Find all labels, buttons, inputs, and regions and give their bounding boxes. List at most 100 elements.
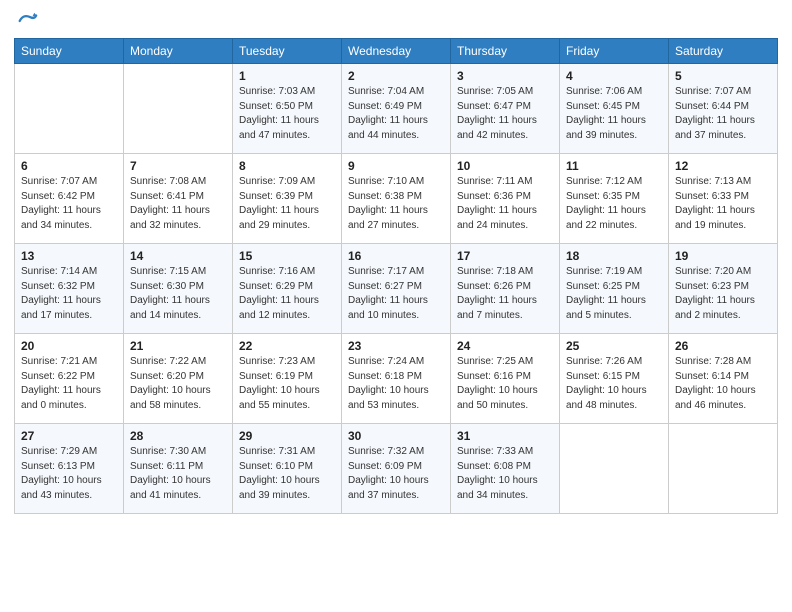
calendar-cell: 15Sunrise: 7:16 AMSunset: 6:29 PMDayligh… [233,244,342,334]
calendar-cell: 17 Sunrise: 7:18 AMSunset: 6:26 PMDayligh… [451,244,560,334]
day-number: 15 [239,249,335,263]
day-number: 10 [457,159,553,173]
day-number: 25 [566,339,662,353]
logo [14,10,38,32]
day-info: Sunrise: 7:12 AMSunset: 6:35 PMDaylight:… [566,175,662,233]
calendar-week-row: 27Sunrise: 7:29 AMSunset: 6:13 PMDayligh… [15,424,778,514]
calendar-cell: 28 Sunrise: 7:30 AMSunset: 6:11 PMDayligh… [124,424,233,514]
day-info: Sunrise: 7:07 AMSunset: 6:44 PMDaylight:… [675,85,771,143]
day-number: 30 [348,429,444,443]
day-info: Sunrise: 7:15 AMSunset: 6:30 PMDaylight:… [130,265,226,323]
calendar-cell: 9 Sunrise: 7:10 AMSunset: 6:38 PMDaylight… [342,154,451,244]
day-number: 29 [239,429,335,443]
day-number: 28 [130,429,226,443]
day-number: 11 [566,159,662,173]
calendar-cell: 30 Sunrise: 7:32 AMSunset: 6:09 PMDayligh… [342,424,451,514]
calendar-table: SundayMondayTuesdayWednesdayThursdayFrid… [14,38,778,514]
calendar-cell: 3 Sunrise: 7:05 AMSunset: 6:47 PMDaylight… [451,64,560,154]
calendar-week-row: 6Sunrise: 7:07 AMSunset: 6:42 PMDaylight… [15,154,778,244]
day-number: 20 [21,339,117,353]
day-number: 7 [130,159,226,173]
day-info: Sunrise: 7:21 AMSunset: 6:22 PMDaylight:… [21,355,117,413]
day-info: Sunrise: 7:04 AMSunset: 6:49 PMDaylight:… [348,85,444,143]
day-number: 22 [239,339,335,353]
day-info: Sunrise: 7:14 AMSunset: 6:32 PMDaylight:… [21,265,117,323]
calendar-cell: 8Sunrise: 7:09 AMSunset: 6:39 PMDaylight… [233,154,342,244]
day-info: Sunrise: 7:28 AMSunset: 6:14 PMDaylight:… [675,355,771,413]
calendar-cell: 14 Sunrise: 7:15 AMSunset: 6:30 PMDayligh… [124,244,233,334]
day-info: Sunrise: 7:13 AMSunset: 6:33 PMDaylight:… [675,175,771,233]
logo-text [14,10,38,32]
day-header-monday: Monday [124,39,233,64]
day-number: 5 [675,69,771,83]
day-number: 27 [21,429,117,443]
day-info: Sunrise: 7:22 AMSunset: 6:20 PMDaylight:… [130,355,226,413]
day-number: 1 [239,69,335,83]
calendar-cell: 4Sunrise: 7:06 AMSunset: 6:45 PMDaylight… [560,64,669,154]
day-info: Sunrise: 7:11 AMSunset: 6:36 PMDaylight:… [457,175,553,233]
calendar-cell: 12 Sunrise: 7:13 AMSunset: 6:33 PMDayligh… [669,154,778,244]
calendar-header-row: SundayMondayTuesdayWednesdayThursdayFrid… [15,39,778,64]
day-number: 24 [457,339,553,353]
day-number: 19 [675,249,771,263]
day-number: 31 [457,429,553,443]
calendar-week-row: 13 Sunrise: 7:14 AMSunset: 6:32 PMDayligh… [15,244,778,334]
day-header-wednesday: Wednesday [342,39,451,64]
header [14,10,778,32]
day-info: Sunrise: 7:23 AMSunset: 6:19 PMDaylight:… [239,355,335,413]
day-info: Sunrise: 7:19 AMSunset: 6:25 PMDaylight:… [566,265,662,323]
day-header-sunday: Sunday [15,39,124,64]
day-info: Sunrise: 7:26 AMSunset: 6:15 PMDaylight:… [566,355,662,413]
day-info: Sunrise: 7:31 AMSunset: 6:10 PMDaylight:… [239,445,335,503]
calendar-cell: 18 Sunrise: 7:19 AMSunset: 6:25 PMDayligh… [560,244,669,334]
day-info: Sunrise: 7:10 AMSunset: 6:38 PMDaylight:… [348,175,444,233]
day-number: 13 [21,249,117,263]
day-info: Sunrise: 7:03 AMSunset: 6:50 PMDaylight:… [239,85,335,143]
calendar-cell: 11 Sunrise: 7:12 AMSunset: 6:35 PMDayligh… [560,154,669,244]
day-info: Sunrise: 7:18 AMSunset: 6:26 PMDaylight:… [457,265,553,323]
day-info: Sunrise: 7:17 AMSunset: 6:27 PMDaylight:… [348,265,444,323]
calendar-cell [124,64,233,154]
logo-icon [16,10,38,32]
calendar-week-row: 20 Sunrise: 7:21 AMSunset: 6:22 PMDayligh… [15,334,778,424]
day-info: Sunrise: 7:20 AMSunset: 6:23 PMDaylight:… [675,265,771,323]
day-number: 18 [566,249,662,263]
calendar-cell: 1 Sunrise: 7:03 AMSunset: 6:50 PMDaylight… [233,64,342,154]
day-info: Sunrise: 7:05 AMSunset: 6:47 PMDaylight:… [457,85,553,143]
calendar-cell: 31 Sunrise: 7:33 AMSunset: 6:08 PMDayligh… [451,424,560,514]
day-info: Sunrise: 7:07 AMSunset: 6:42 PMDaylight:… [21,175,117,233]
day-number: 4 [566,69,662,83]
day-header-friday: Friday [560,39,669,64]
calendar-cell: 6Sunrise: 7:07 AMSunset: 6:42 PMDaylight… [15,154,124,244]
calendar-cell: 24Sunrise: 7:25 AMSunset: 6:16 PMDayligh… [451,334,560,424]
day-number: 2 [348,69,444,83]
calendar-cell: 26 Sunrise: 7:28 AMSunset: 6:14 PMDayligh… [669,334,778,424]
day-number: 12 [675,159,771,173]
calendar-cell: 20 Sunrise: 7:21 AMSunset: 6:22 PMDayligh… [15,334,124,424]
calendar-week-row: 1 Sunrise: 7:03 AMSunset: 6:50 PMDaylight… [15,64,778,154]
calendar-cell: 21Sunrise: 7:22 AMSunset: 6:20 PMDayligh… [124,334,233,424]
page: SundayMondayTuesdayWednesdayThursdayFrid… [0,0,792,528]
day-number: 8 [239,159,335,173]
day-header-saturday: Saturday [669,39,778,64]
day-number: 17 [457,249,553,263]
day-number: 14 [130,249,226,263]
day-info: Sunrise: 7:08 AMSunset: 6:41 PMDaylight:… [130,175,226,233]
calendar-cell: 13 Sunrise: 7:14 AMSunset: 6:32 PMDayligh… [15,244,124,334]
calendar-cell: 29 Sunrise: 7:31 AMSunset: 6:10 PMDayligh… [233,424,342,514]
day-number: 26 [675,339,771,353]
calendar-cell: 7 Sunrise: 7:08 AMSunset: 6:41 PMDaylight… [124,154,233,244]
day-info: Sunrise: 7:33 AMSunset: 6:08 PMDaylight:… [457,445,553,503]
day-number: 16 [348,249,444,263]
calendar-body: 1 Sunrise: 7:03 AMSunset: 6:50 PMDaylight… [15,64,778,514]
day-number: 23 [348,339,444,353]
calendar-cell: 2 Sunrise: 7:04 AMSunset: 6:49 PMDaylight… [342,64,451,154]
calendar-cell: 5 Sunrise: 7:07 AMSunset: 6:44 PMDaylight… [669,64,778,154]
day-number: 3 [457,69,553,83]
calendar-cell: 22 Sunrise: 7:23 AMSunset: 6:19 PMDayligh… [233,334,342,424]
calendar-cell: 27Sunrise: 7:29 AMSunset: 6:13 PMDayligh… [15,424,124,514]
day-header-thursday: Thursday [451,39,560,64]
day-number: 9 [348,159,444,173]
day-info: Sunrise: 7:30 AMSunset: 6:11 PMDaylight:… [130,445,226,503]
day-info: Sunrise: 7:32 AMSunset: 6:09 PMDaylight:… [348,445,444,503]
